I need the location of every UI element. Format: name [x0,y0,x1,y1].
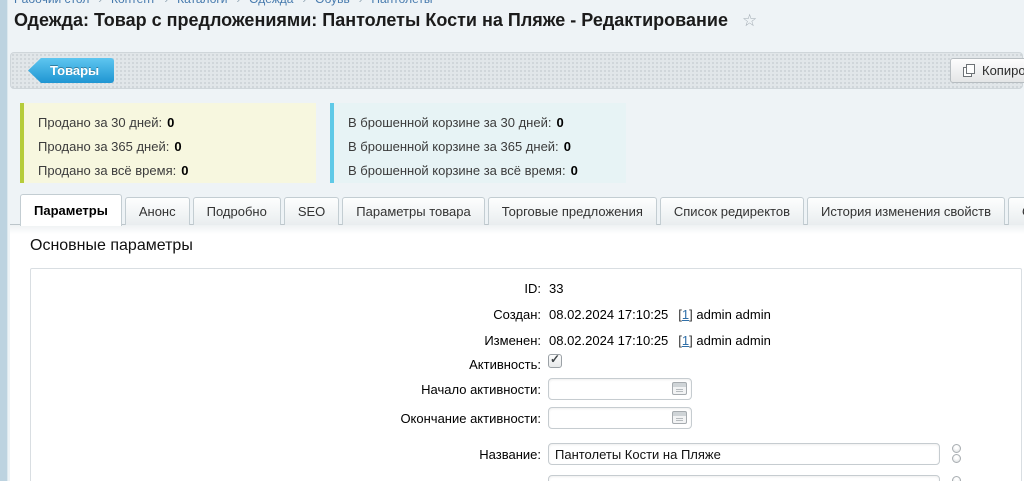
breadcrumb-separator: › [302,0,306,6]
sold-365-line: Продано за 365 дней: 0 [38,135,316,159]
active-from-input[interactable] [548,378,692,400]
active-to-field [548,407,692,429]
tab-required-fields[interactable]: Обязательные поля [1008,197,1024,225]
tab-history[interactable]: История изменения свойств [807,197,1005,225]
next-field-partial [548,475,940,481]
abandoned-all-value: 0 [571,163,578,178]
activity-checkbox[interactable]: ✓ [548,354,562,368]
modified-user-name: admin admin [696,333,770,348]
created-label: Создан: [241,307,541,322]
main-parameters-form: ID: 33 Создан: 08.02.2024 17:10:25[1] ad… [30,268,1022,481]
tab-product-params[interactable]: Параметры товара [342,197,484,225]
breadcrumb-item-clothes[interactable]: Одежда [249,0,293,6]
abandoned-365-label: В брошенной корзине за 365 дней: [348,139,559,154]
modified-label: Изменен: [241,333,541,348]
id-value: 33 [549,281,563,296]
tab-redirects[interactable]: Список редиректов [660,197,804,225]
active-to-label: Окончание активности: [241,411,541,426]
active-to-input[interactable] [548,407,692,429]
sold-all-line: Продано за всё время: 0 [38,159,316,183]
abandoned-30-value: 0 [556,115,563,130]
modified-datetime: 08.02.2024 17:10:25 [549,333,668,348]
copy-button-label: Копировать [982,63,1024,78]
breadcrumb-item-shoes[interactable]: Обувь [315,0,350,6]
breadcrumb-item-desktop[interactable]: Рабочий стол [14,0,89,6]
form-tabs: Параметры Анонс Подробно SEO Параметры т… [20,193,1024,225]
back-to-products-button[interactable]: Товары [28,58,114,83]
bracket-close: ] [689,333,693,348]
admin-page: Рабочий стол › Контент › Каталоги › Одежда › Обу… [0,0,1024,481]
copy-button[interactable]: Копировать [950,58,1024,83]
name-label: Название: [241,447,541,462]
abandoned-all-line: В брошенной корзине за всё время: 0 [348,159,626,183]
sold-30-value: 0 [167,115,174,130]
name-field [548,443,940,465]
abandoned-all-label: В брошенной корзине за всё время: [348,163,566,178]
sold-365-value: 0 [174,139,181,154]
id-label: ID: [241,281,541,296]
sold-30-line: Продано за 30 дней: 0 [38,111,316,135]
name-input[interactable] [548,443,940,465]
tab-seo[interactable]: SEO [284,197,339,225]
breadcrumb-separator: › [164,0,168,6]
created-value: 08.02.2024 17:10:25[1] admin admin [549,307,771,322]
breadcrumb-separator: › [98,0,102,6]
translit-icon[interactable] [952,444,961,463]
sold-stats-box: Продано за 30 дней: 0 Продано за 365 дней… [20,103,316,183]
page-title: Одежда: Товар с предложениями: Пантолеты… [14,10,757,31]
modified-value: 08.02.2024 17:10:25[1] admin admin [549,333,771,348]
bracket-close: ] [689,307,693,322]
translit-icon[interactable] [952,476,961,481]
calendar-icon[interactable] [672,382,687,395]
breadcrumb-separator: › [359,0,363,6]
favorite-star-icon[interactable]: ☆ [742,11,757,30]
active-from-label: Начало активности: [241,382,541,397]
created-datetime: 08.02.2024 17:10:25 [549,307,668,322]
next-input[interactable] [548,475,940,481]
tab-offers[interactable]: Торговые предложения [488,197,657,225]
abandoned-30-line: В брошенной корзине за 30 дней: 0 [348,111,626,135]
sold-all-label: Продано за всё время: [38,163,176,178]
abandoned-30-label: В брошенной корзине за 30 дней: [348,115,551,130]
section-heading: Основные параметры [30,237,193,255]
left-rail [0,0,8,481]
check-icon: ✓ [550,352,560,366]
sold-all-value: 0 [181,163,188,178]
breadcrumb: Рабочий стол › Контент › Каталоги › Одежда › Обу… [14,0,432,8]
calendar-icon[interactable] [672,411,687,424]
breadcrumb-item-content[interactable]: Контент [111,0,155,6]
active-from-field [548,378,692,400]
created-user-name: admin admin [696,307,770,322]
sold-30-label: Продано за 30 дней: [38,115,162,130]
sold-365-label: Продано за 365 дней: [38,139,169,154]
breadcrumb-item-catalogs[interactable]: Каталоги [177,0,227,6]
abandoned-cart-stats-box: В брошенной корзине за 30 дней: 0 В броше… [330,103,626,183]
tab-parameters[interactable]: Параметры [20,194,122,226]
activity-label: Активность: [241,357,541,372]
tab-announce[interactable]: Анонс [125,197,190,225]
abandoned-365-value: 0 [564,139,571,154]
abandoned-365-line: В брошенной корзине за 365 дней: 0 [348,135,626,159]
context-toolbar [10,52,1023,89]
page-title-text: Одежда: Товар с предложениями: Пантолеты… [14,10,728,30]
tab-detail[interactable]: Подробно [193,197,281,225]
breadcrumb-item-pantolety[interactable]: Пантолеты [371,0,432,6]
breadcrumb-separator: › [236,0,240,6]
copy-icon [963,64,975,77]
